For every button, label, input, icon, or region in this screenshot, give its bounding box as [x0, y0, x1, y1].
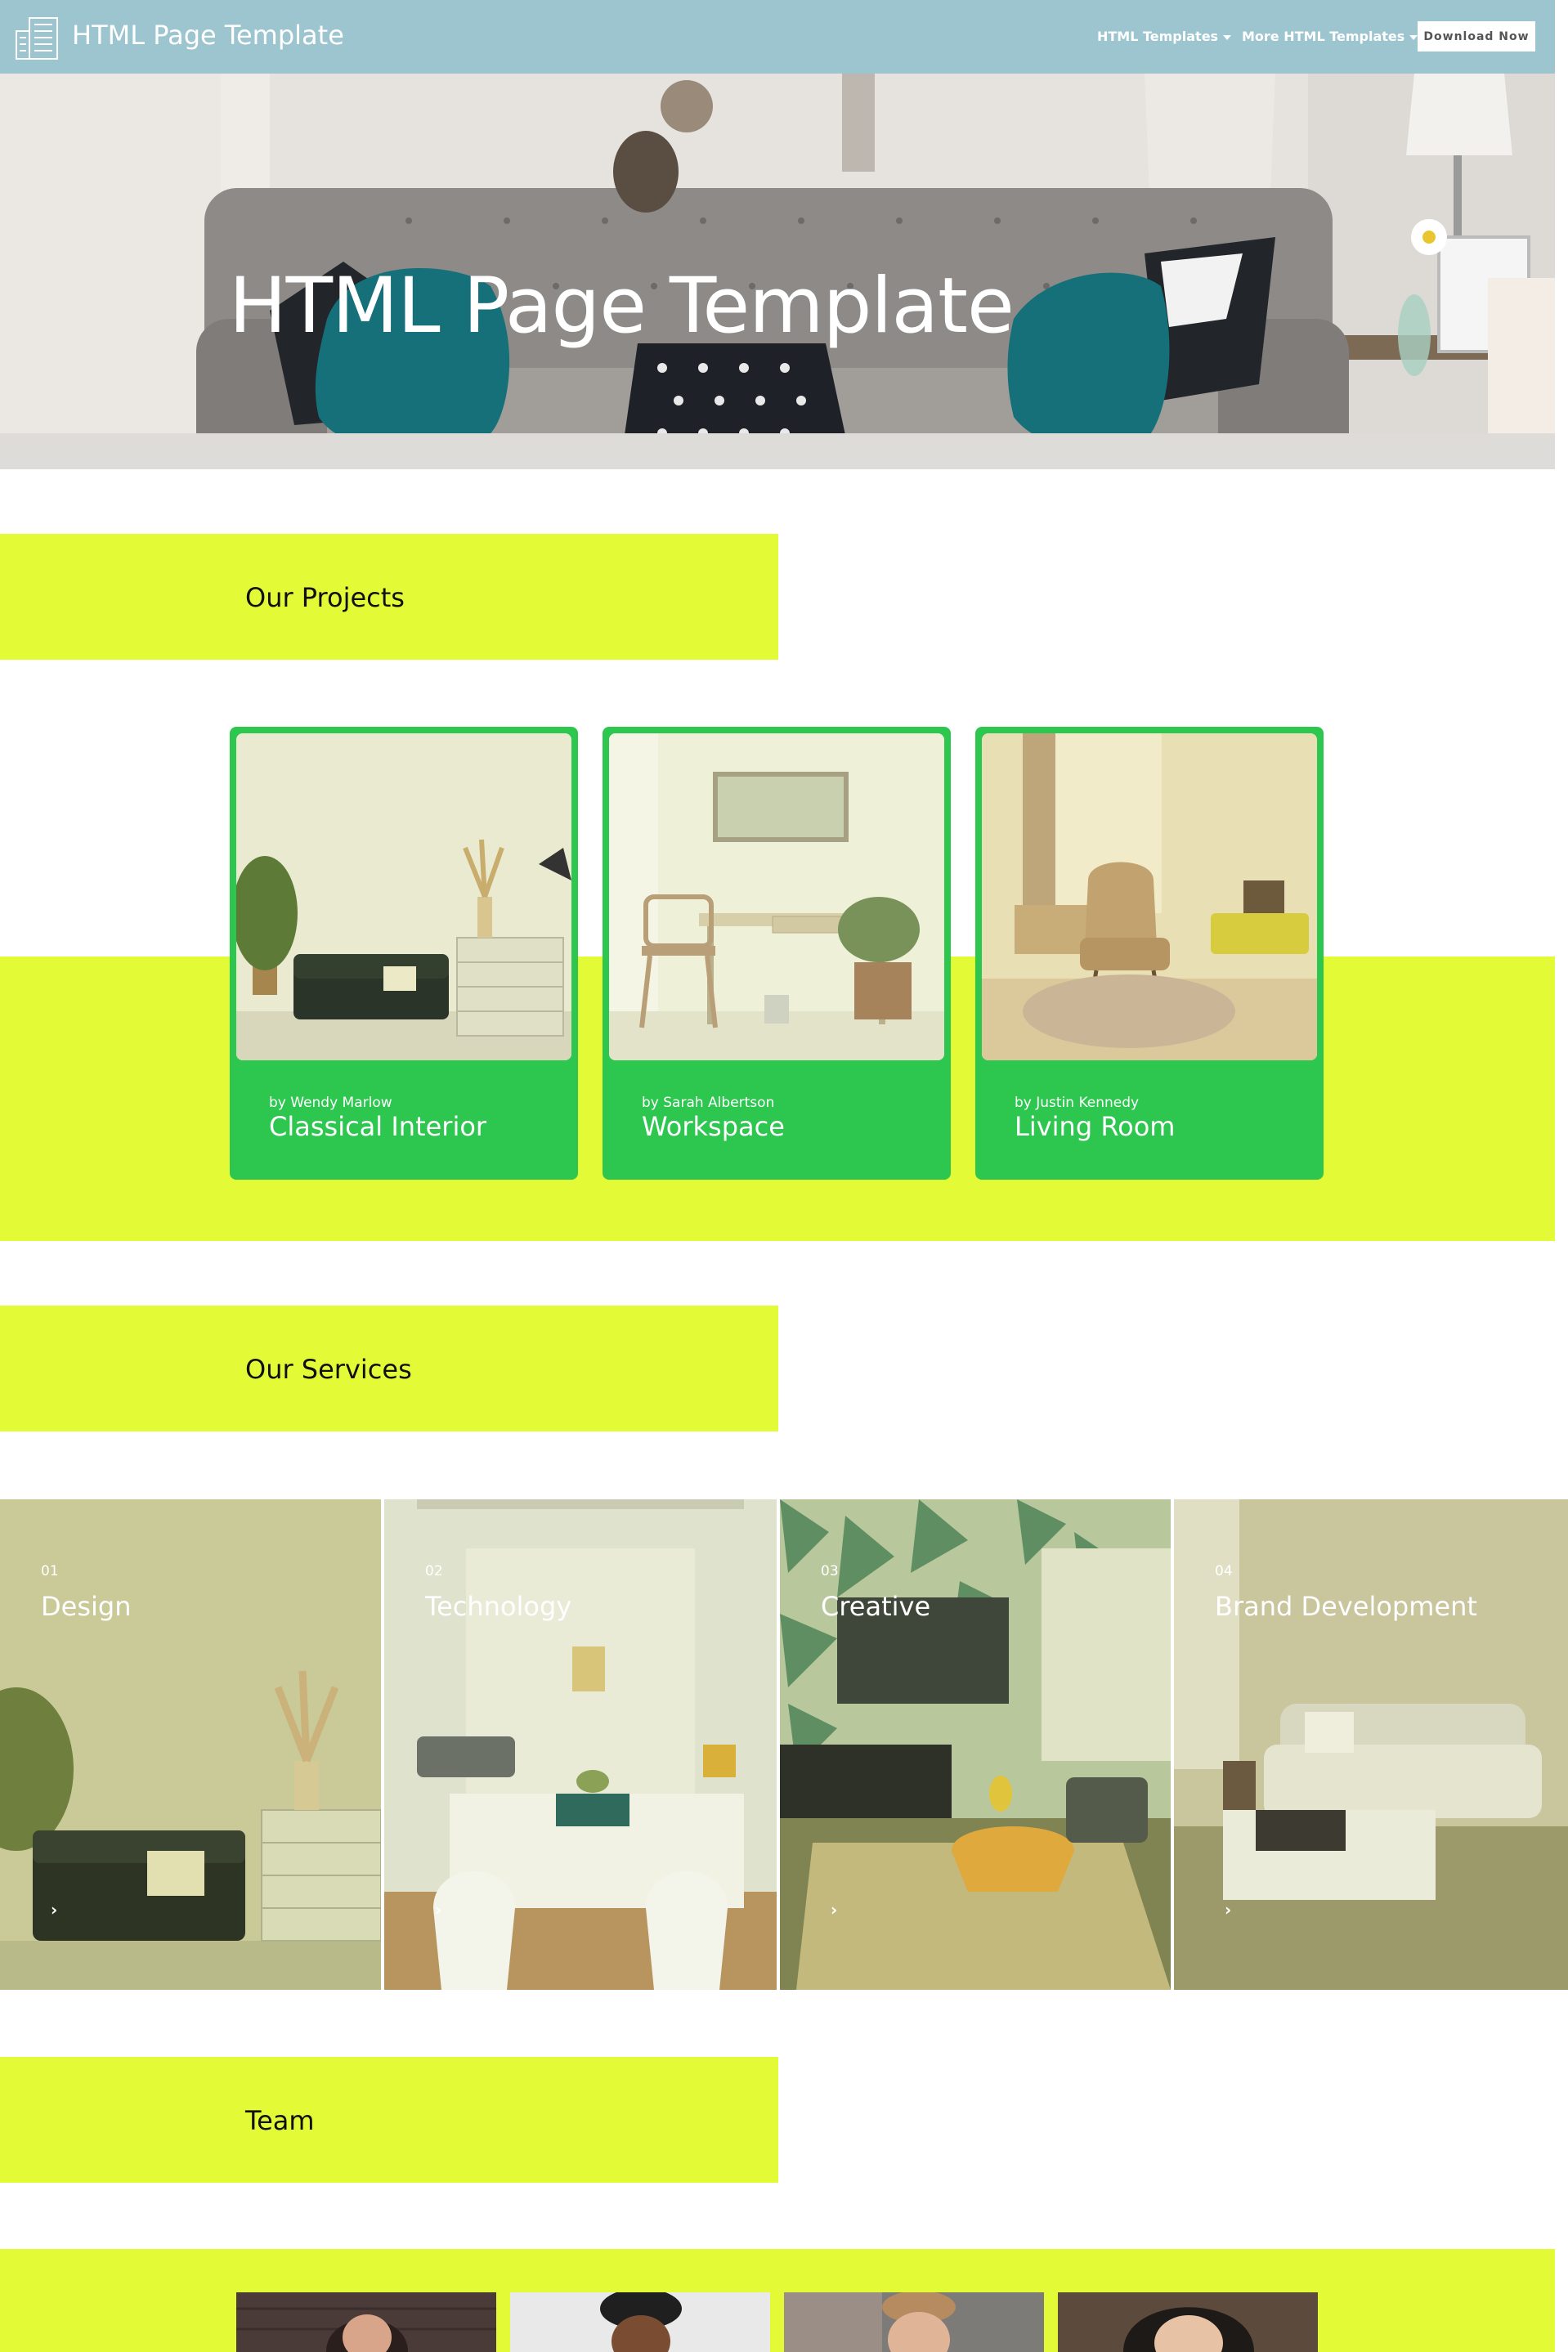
nav-html-templates-label: HTML Templates [1097, 29, 1219, 44]
service-number: 01 [41, 1563, 59, 1579]
project-title[interactable]: Living Room [1015, 1111, 1175, 1142]
projects-heading: Our Projects [245, 582, 405, 613]
project-author: by Justin Kennedy [1015, 1095, 1140, 1111]
project-title[interactable]: Workspace [642, 1111, 785, 1142]
chevron-down-icon [1223, 34, 1232, 40]
service-image [384, 1499, 777, 1990]
brand-title[interactable]: HTML Page Template [72, 20, 344, 51]
team-accent-band [0, 2249, 1555, 2352]
service-number: 02 [425, 1563, 443, 1579]
service-title: Creative [821, 1591, 931, 1622]
project-card-classical-interior[interactable]: by Wendy Marlow Classical Interior [230, 727, 578, 1180]
chevron-right-icon[interactable]: › [831, 1900, 837, 1920]
project-author: by Wendy Marlow [269, 1095, 392, 1111]
project-card-living-room[interactable]: by Justin Kennedy Living Room [975, 727, 1324, 1180]
team-member-photo[interactable] [236, 2292, 496, 2352]
chevron-down-icon [1409, 34, 1418, 40]
chevron-right-icon[interactable]: › [51, 1900, 57, 1920]
team-section-header: Team [0, 2057, 778, 2183]
chevron-right-icon[interactable]: › [435, 1900, 441, 1920]
nav-more-html-templates-label: More HTML Templates [1242, 29, 1405, 44]
project-title[interactable]: Classical Interior [269, 1111, 486, 1142]
navbar: HTML Page Template HTML Templates More H… [0, 0, 1555, 74]
service-design[interactable]: 01 Design › [0, 1499, 381, 1990]
buildings-icon[interactable] [13, 13, 62, 62]
hero-title: HTML Page Template [229, 262, 1015, 351]
team-heading: Team [245, 2105, 315, 2136]
project-image [609, 733, 944, 1060]
service-title: Technology [425, 1591, 572, 1622]
service-brand-development[interactable]: 04 Brand Development › [1174, 1499, 1568, 1990]
projects-section-header: Our Projects [0, 534, 778, 660]
project-image [236, 733, 571, 1060]
service-number: 04 [1215, 1563, 1233, 1579]
service-image [1174, 1499, 1568, 1990]
service-technology[interactable]: 02 Technology › [384, 1499, 777, 1990]
project-card-workspace[interactable]: by Sarah Albertson Workspace [603, 727, 951, 1180]
service-title: Brand Development [1215, 1591, 1477, 1622]
service-creative[interactable]: 03 Creative › [780, 1499, 1171, 1990]
hero-banner: HTML Page Template [0, 74, 1555, 469]
chevron-right-icon[interactable]: › [1225, 1900, 1231, 1920]
team-member-photo[interactable] [510, 2292, 770, 2352]
services-section-header: Our Services [0, 1306, 778, 1431]
service-image [780, 1499, 1171, 1990]
download-now-button[interactable]: Download Now [1418, 21, 1535, 52]
project-image [982, 733, 1317, 1060]
nav-more-html-templates[interactable]: More HTML Templates [1242, 29, 1418, 44]
service-number: 03 [821, 1563, 839, 1579]
nav-html-templates[interactable]: HTML Templates [1097, 29, 1232, 44]
service-title: Design [41, 1591, 132, 1622]
team-member-photo[interactable] [1058, 2292, 1318, 2352]
team-member-photo[interactable] [784, 2292, 1044, 2352]
services-heading: Our Services [245, 1354, 412, 1385]
project-author: by Sarah Albertson [642, 1095, 775, 1111]
